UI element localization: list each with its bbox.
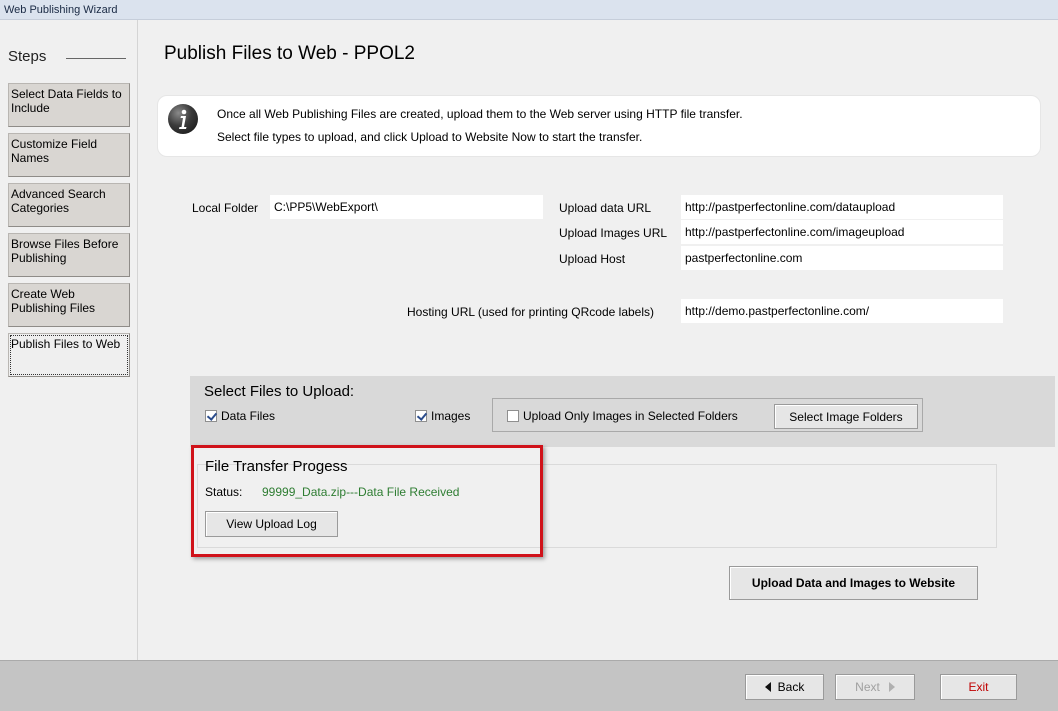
next-button[interactable]: Next xyxy=(835,674,915,700)
steps-sidebar: Steps Select Data Fields to Include Cust… xyxy=(0,20,138,660)
only-images-group: Upload Only Images in Selected Folders S… xyxy=(492,398,923,432)
upload-images-url-field[interactable] xyxy=(681,220,1003,244)
step-label: Select Data Fields to Include xyxy=(11,87,122,115)
checkbox-unchecked-icon xyxy=(507,410,519,422)
hosting-url-field[interactable] xyxy=(681,299,1003,323)
images-label: Images xyxy=(431,409,471,423)
main-panel: Publish Files to Web - PPOL2 Once all We… xyxy=(139,20,1058,660)
exit-button[interactable]: Exit xyxy=(940,674,1017,700)
info-text-line2: Select file types to upload, and click U… xyxy=(217,130,643,144)
upload-data-url-label: Upload data URL xyxy=(559,201,652,215)
next-arrow-icon xyxy=(888,682,895,692)
step-label: Customize Field Names xyxy=(11,137,98,165)
upload-host-label: Upload Host xyxy=(559,252,626,266)
only-selected-folders-label: Upload Only Images in Selected Folders xyxy=(523,409,738,423)
step-label: Browse Files Before Publishing xyxy=(11,237,119,265)
checkbox-checked-icon xyxy=(415,410,427,422)
upload-data-url-field[interactable] xyxy=(681,195,1003,219)
window-title: Web Publishing Wizard xyxy=(4,4,118,16)
info-text-line1: Once all Web Publishing Files are create… xyxy=(217,107,743,121)
step-browse-files[interactable]: Browse Files Before Publishing xyxy=(8,233,130,277)
data-files-label: Data Files xyxy=(221,409,276,423)
steps-divider xyxy=(66,58,126,59)
back-button[interactable]: Back xyxy=(745,674,824,700)
step-label: Create Web Publishing Files xyxy=(11,287,96,315)
local-folder-field[interactable] xyxy=(270,195,543,219)
info-icon xyxy=(168,104,198,134)
back-arrow-icon xyxy=(764,682,771,692)
data-files-checkbox[interactable]: Data Files xyxy=(205,409,275,423)
upload-images-url-label: Upload Images URL xyxy=(559,226,668,240)
select-files-panel: Select Files to Upload: Data Files Image… xyxy=(190,376,1055,447)
select-files-title: Select Files to Upload: xyxy=(204,383,355,400)
back-label: Back xyxy=(777,680,805,694)
step-create-web-publishing-files[interactable]: Create Web Publishing Files xyxy=(8,283,130,327)
info-box: Once all Web Publishing Files are create… xyxy=(157,95,1041,157)
step-customize-field-names[interactable]: Customize Field Names xyxy=(8,133,130,177)
step-publish-files-to-web[interactable]: Publish Files to Web xyxy=(8,333,130,377)
upload-host-field[interactable] xyxy=(681,246,1003,270)
step-select-data-fields[interactable]: Select Data Fields to Include xyxy=(8,83,130,127)
step-label: Publish Files to Web xyxy=(11,337,121,351)
step-advanced-search-categories[interactable]: Advanced Search Categories xyxy=(8,183,130,227)
steps-header: Steps xyxy=(8,48,47,65)
local-folder-label: Local Folder xyxy=(192,201,259,215)
step-label: Advanced Search Categories xyxy=(11,187,106,215)
hosting-url-label: Hosting URL (used for printing QRcode la… xyxy=(407,305,655,319)
select-image-folders-button[interactable]: Select Image Folders xyxy=(774,404,918,429)
window-titlebar: Web Publishing Wizard xyxy=(0,0,1058,20)
upload-to-website-button[interactable]: Upload Data and Images to Website xyxy=(729,566,978,600)
highlight-frame xyxy=(191,445,543,557)
wizard-footer: Back Next Exit xyxy=(0,660,1058,711)
page-title: Publish Files to Web - PPOL2 xyxy=(164,43,415,64)
images-checkbox[interactable]: Images xyxy=(415,409,470,423)
only-selected-folders-checkbox[interactable]: Upload Only Images in Selected Folders xyxy=(507,409,738,423)
checkbox-checked-icon xyxy=(205,410,217,422)
next-label: Next xyxy=(855,680,880,694)
